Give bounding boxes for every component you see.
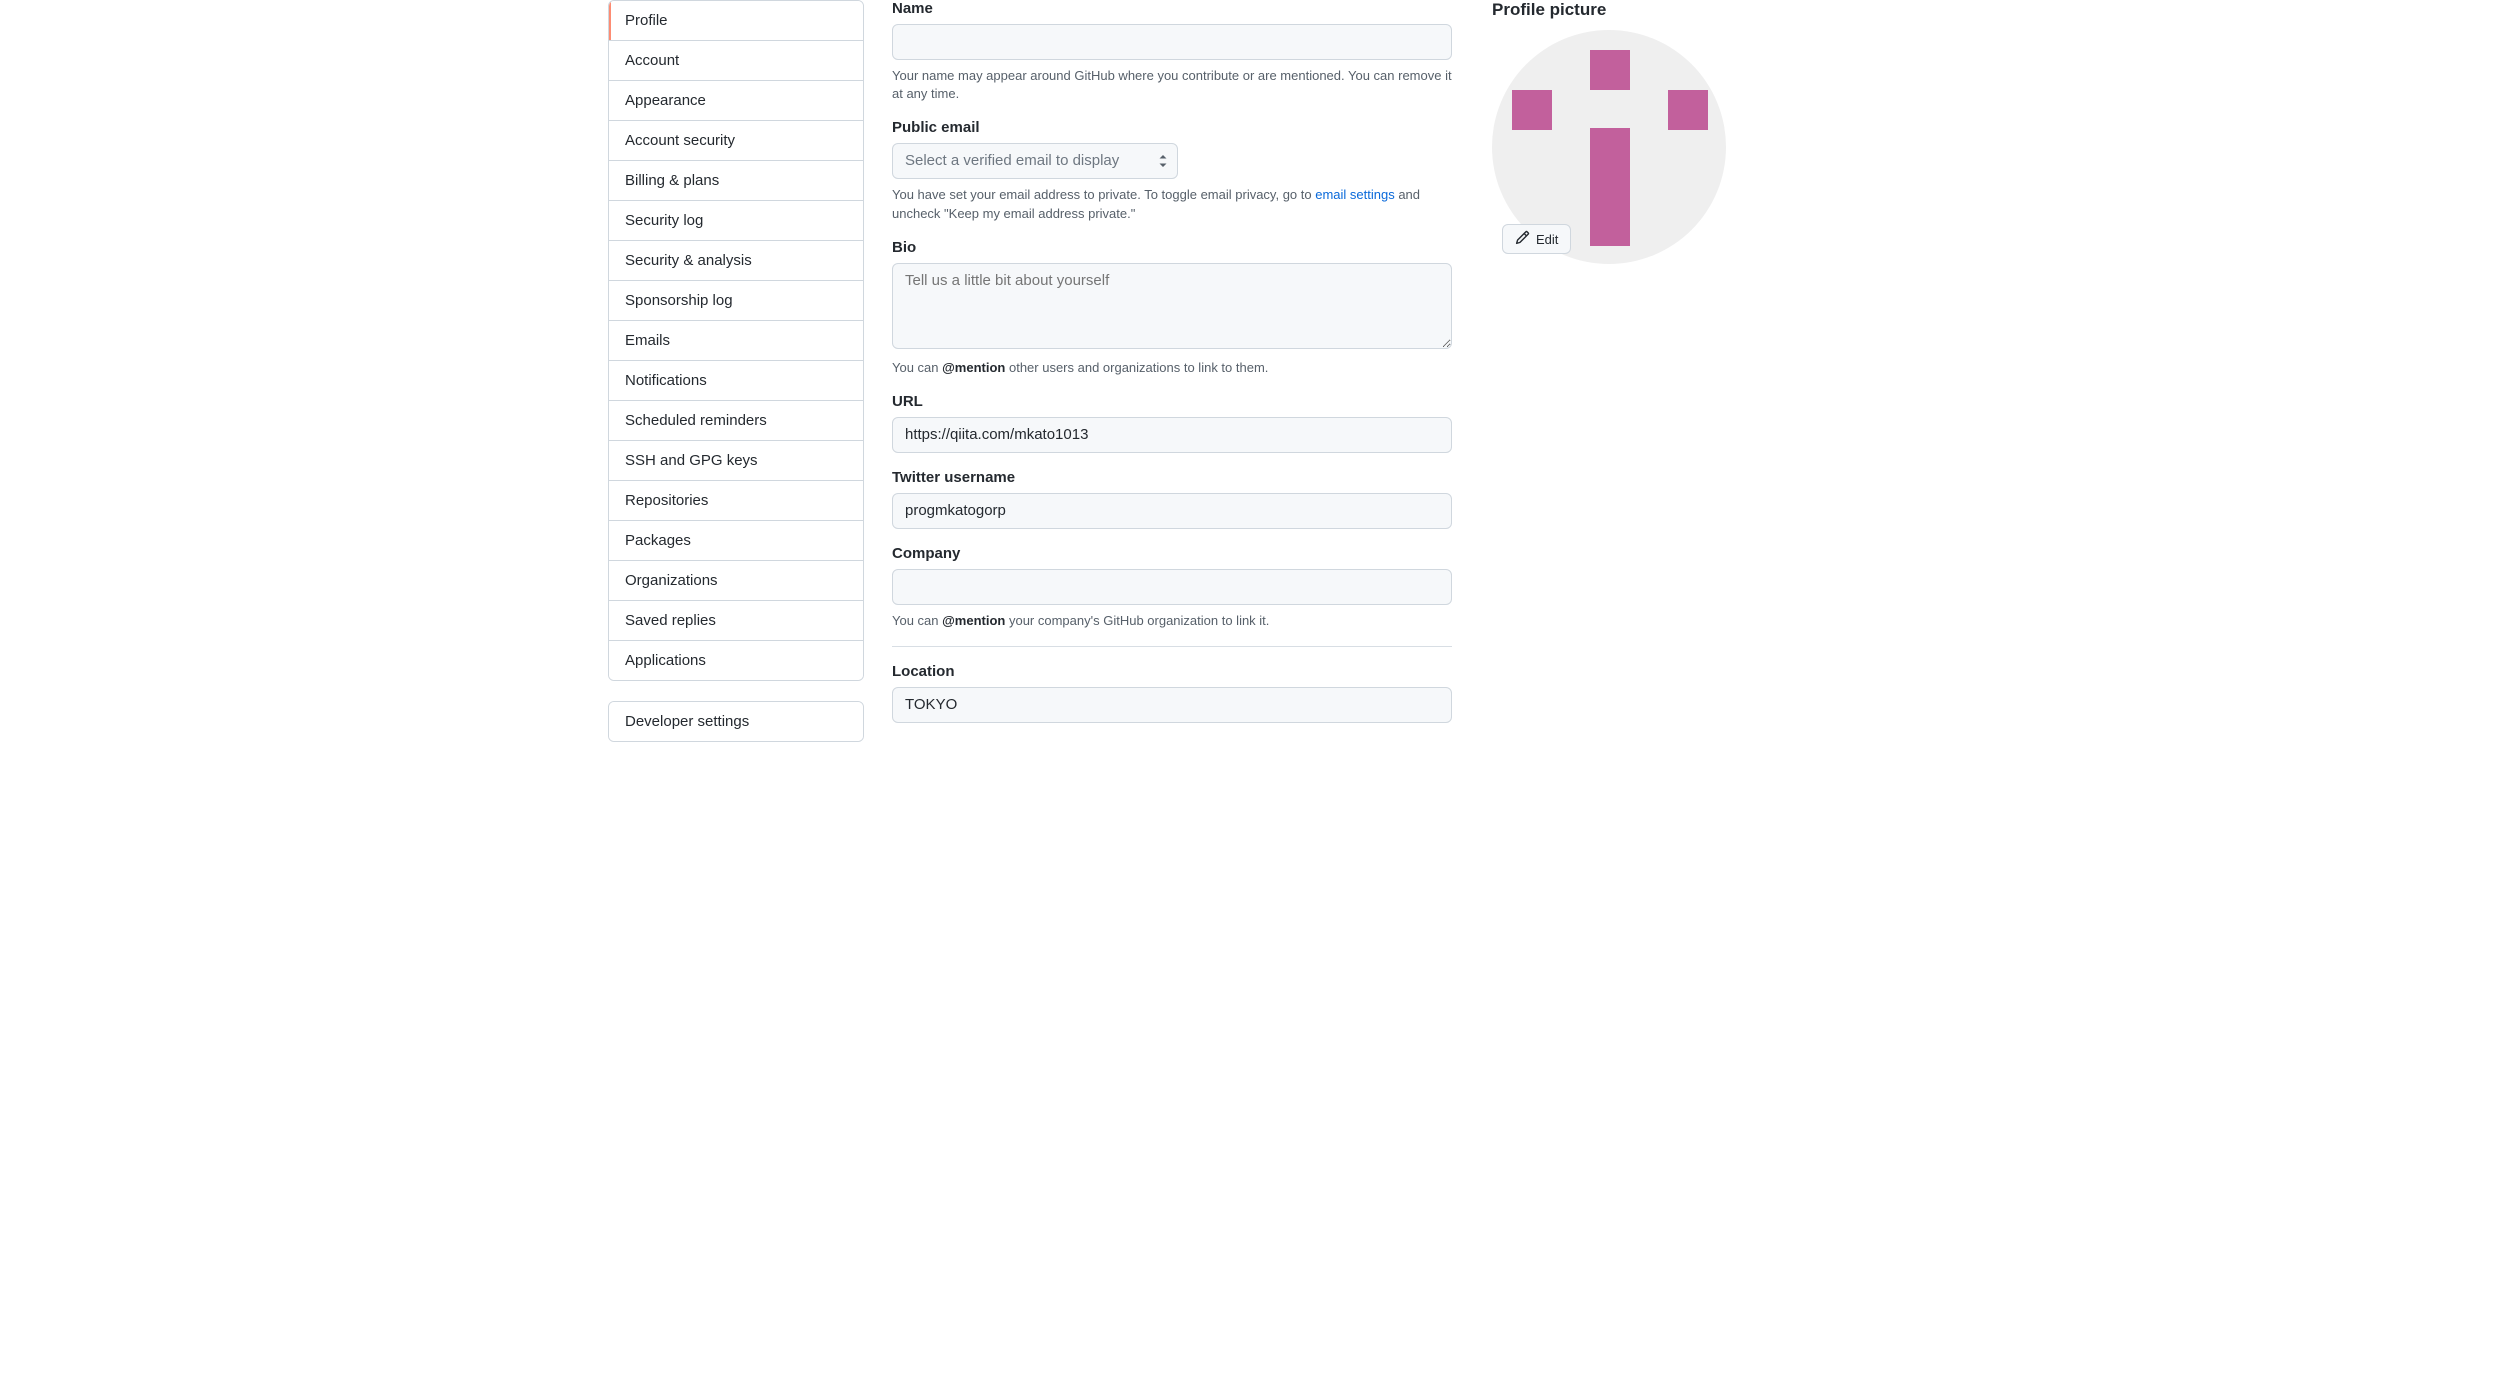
url-label: URL	[892, 393, 1452, 410]
company-note: You can @mention your company's GitHub o…	[892, 612, 1452, 630]
name-label: Name	[892, 0, 1452, 17]
profile-form: Name Your name may appear around GitHub …	[892, 0, 1452, 762]
sidebar-item-sponsorship-log[interactable]: Sponsorship log	[609, 281, 863, 321]
pencil-icon	[1515, 230, 1530, 248]
profile-picture-title: Profile picture	[1492, 0, 1728, 20]
location-label: Location	[892, 663, 1452, 680]
field-twitter: Twitter username	[892, 469, 1452, 529]
url-input[interactable]	[892, 417, 1452, 453]
sidebar-item-security-log[interactable]: Security log	[609, 201, 863, 241]
sidebar-item-emails[interactable]: Emails	[609, 321, 863, 361]
name-note: Your name may appear around GitHub where…	[892, 67, 1452, 103]
section-divider	[892, 646, 1452, 647]
edit-avatar-label: Edit	[1536, 232, 1558, 247]
public-email-select[interactable]: Select a verified email to display	[892, 143, 1178, 179]
sidebar-item-appearance[interactable]: Appearance	[609, 81, 863, 121]
twitter-label: Twitter username	[892, 469, 1452, 486]
sidebar-item-developer-settings[interactable]: Developer settings	[609, 702, 863, 741]
location-input[interactable]	[892, 687, 1452, 723]
bio-textarea[interactable]	[892, 263, 1452, 349]
name-input[interactable]	[892, 24, 1452, 60]
email-settings-link[interactable]: email settings	[1315, 187, 1394, 202]
company-input[interactable]	[892, 569, 1452, 605]
edit-avatar-button[interactable]: Edit	[1502, 224, 1571, 254]
profile-picture-section: Profile picture Edit	[1492, 0, 1728, 762]
field-name: Name Your name may appear around GitHub …	[892, 0, 1452, 103]
company-label: Company	[892, 545, 1452, 562]
public-email-label: Public email	[892, 119, 1452, 136]
sidebar-item-notifications[interactable]: Notifications	[609, 361, 863, 401]
sidebar-item-profile[interactable]: Profile	[609, 1, 863, 41]
sidebar-item-saved-replies[interactable]: Saved replies	[609, 601, 863, 641]
sidebar-item-scheduled-reminders[interactable]: Scheduled reminders	[609, 401, 863, 441]
field-public-email: Public email Select a verified email to …	[892, 119, 1452, 222]
sidebar-item-repositories[interactable]: Repositories	[609, 481, 863, 521]
public-email-note: You have set your email address to priva…	[892, 186, 1452, 222]
sidebar-item-organizations[interactable]: Organizations	[609, 561, 863, 601]
field-bio: Bio You can @mention other users and org…	[892, 239, 1452, 377]
sidebar-item-account-security[interactable]: Account security	[609, 121, 863, 161]
bio-label: Bio	[892, 239, 1452, 256]
field-url: URL	[892, 393, 1452, 453]
twitter-input[interactable]	[892, 493, 1452, 529]
field-location: Location	[892, 663, 1452, 723]
sidebar-item-ssh-gpg-keys[interactable]: SSH and GPG keys	[609, 441, 863, 481]
sidebar-item-billing-plans[interactable]: Billing & plans	[609, 161, 863, 201]
field-company: Company You can @mention your company's …	[892, 545, 1452, 630]
sidebar-item-account[interactable]: Account	[609, 41, 863, 81]
sidebar-item-packages[interactable]: Packages	[609, 521, 863, 561]
sidebar-item-applications[interactable]: Applications	[609, 641, 863, 680]
bio-note: You can @mention other users and organiz…	[892, 359, 1452, 377]
sidebar-item-security-analysis[interactable]: Security & analysis	[609, 241, 863, 281]
settings-sidebar: ProfileAccountAppearanceAccount security…	[608, 0, 864, 762]
